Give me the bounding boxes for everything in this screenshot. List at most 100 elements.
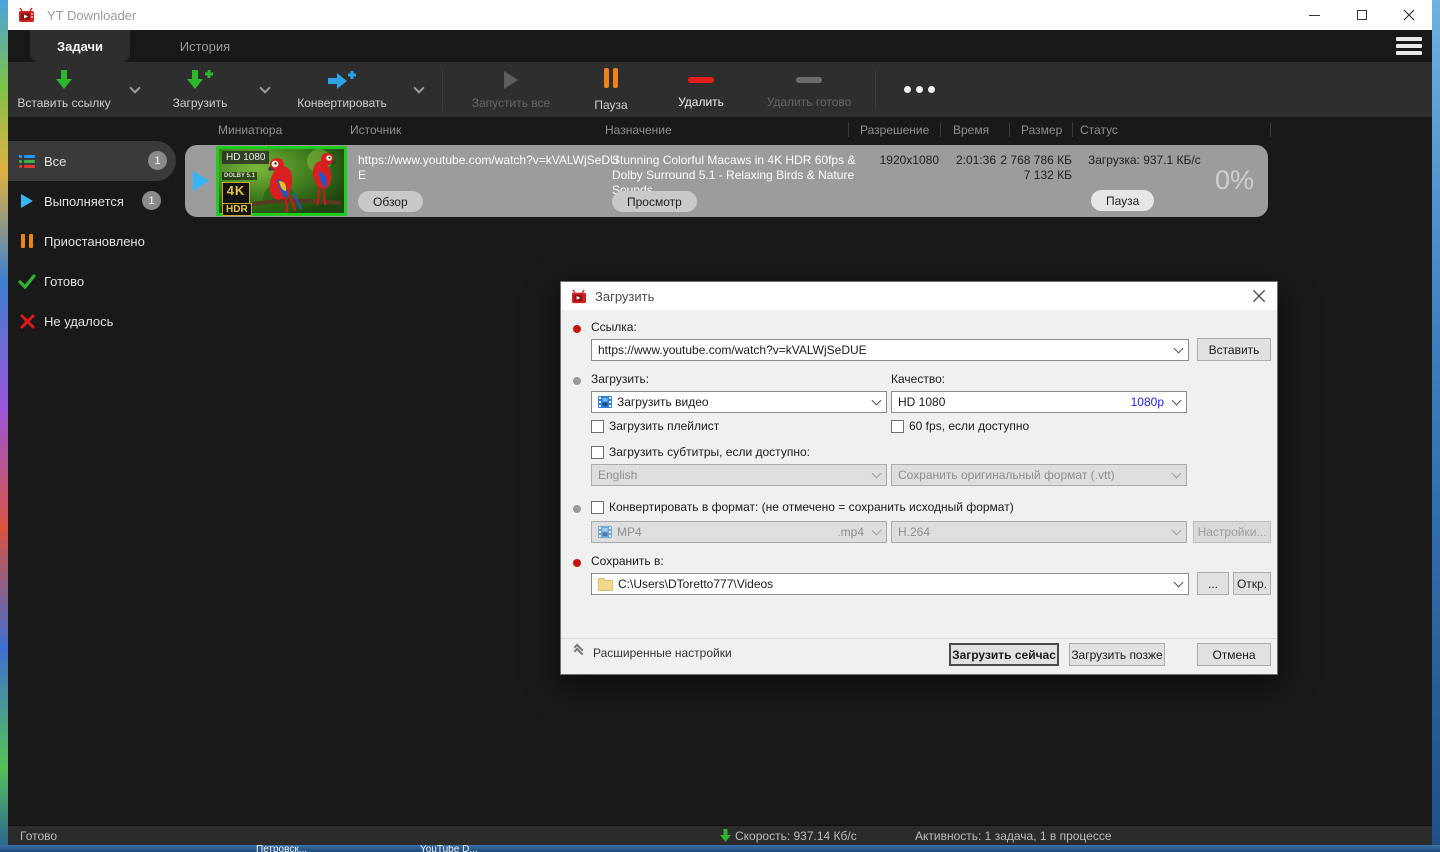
paste-button[interactable]: Вставить xyxy=(1197,338,1271,361)
start-all-icon xyxy=(504,71,518,89)
convert-plus-icon xyxy=(328,71,356,89)
badge-hdr: HDR xyxy=(222,203,252,216)
download-plus-icon xyxy=(187,70,213,89)
column-header-status[interactable]: Статус xyxy=(1080,123,1118,137)
sidebar-item-label: Приостановлено xyxy=(44,233,145,249)
minimize-button[interactable] xyxy=(1291,0,1338,30)
taskbar-item[interactable]: YouTube D... xyxy=(420,845,478,852)
pause-icon xyxy=(602,67,620,93)
film-icon xyxy=(598,395,612,409)
sidebar-item-all[interactable]: Все 1 xyxy=(8,141,176,181)
app-tv-icon xyxy=(571,289,587,303)
row-progress: 0% xyxy=(1214,165,1254,195)
advanced-settings-link[interactable]: Расширенные настройки xyxy=(593,646,732,660)
subtitles-format-combobox: Сохранить оригинальный формат (.vtt) xyxy=(891,464,1187,486)
quality-tag: 1080p xyxy=(1130,395,1164,409)
sidebar-item-failed[interactable]: Не удалось xyxy=(8,301,176,341)
desktop-background-right xyxy=(1432,0,1440,852)
download-dropdown[interactable] xyxy=(250,62,280,117)
taskbar-item[interactable]: Петровск... xyxy=(256,845,307,852)
sidebar-item-label: Готово xyxy=(44,273,85,289)
column-header-size[interactable]: Размер xyxy=(1021,123,1062,137)
delete-icon xyxy=(688,77,714,83)
title-bar: YT Downloader xyxy=(8,0,1432,30)
sidebar-item-label: Выполняется xyxy=(44,193,124,209)
menu-button[interactable] xyxy=(1396,37,1422,55)
dialog-close-icon[interactable] xyxy=(1251,288,1267,304)
quality-label: Качество: xyxy=(891,372,946,386)
chevron-down-icon xyxy=(871,395,882,405)
delete-button[interactable]: Удалить xyxy=(651,62,751,117)
subtitles-checkbox-row[interactable]: Загрузить субтитры, если доступно: xyxy=(591,445,810,459)
cancel-button[interactable]: Отмена xyxy=(1197,643,1271,666)
quality-combobox[interactable]: HD 1080 1080p xyxy=(891,391,1187,413)
toolbar-separator xyxy=(875,69,876,110)
download-now-button[interactable]: Загрузить сейчас xyxy=(949,643,1059,666)
convert-checkbox-row[interactable]: Конвертировать в формат: (не отмечено = … xyxy=(591,500,1014,514)
playlist-checkbox[interactable] xyxy=(591,419,604,433)
maximize-button[interactable] xyxy=(1338,0,1385,30)
download-mode-combobox[interactable]: Загрузить видео xyxy=(591,391,887,413)
subtitles-checkbox[interactable] xyxy=(591,445,604,459)
close-button[interactable] xyxy=(1385,0,1432,30)
maximize-icon xyxy=(1356,10,1367,20)
more-button[interactable] xyxy=(884,62,954,117)
double-chevron-up-icon xyxy=(573,643,584,658)
convert-button[interactable]: Конвертировать xyxy=(280,62,404,117)
browse-source-button[interactable]: Обзор xyxy=(358,191,423,212)
paused-icon xyxy=(18,233,36,249)
badge-dolby: DOLBY 5.1 xyxy=(222,172,257,180)
fps-checkbox-row[interactable]: 60 fps, если доступно xyxy=(891,419,1029,433)
running-play-icon xyxy=(18,193,36,209)
hamburger-icon xyxy=(1396,37,1422,41)
paste-link-dropdown[interactable] xyxy=(120,62,150,117)
count-badge: 1 xyxy=(142,191,161,210)
chevron-down-icon xyxy=(1173,577,1184,587)
video-thumbnail: HD 1080 DOLBY 5.1 4K 60 FPS HDR xyxy=(216,146,347,216)
status-ready: Готово xyxy=(20,828,58,843)
browse-folder-button[interactable]: ... xyxy=(1197,572,1229,595)
sidebar-item-label: Не удалось xyxy=(44,313,114,329)
chevron-down-icon xyxy=(871,468,882,478)
row-size-done: 7 132 КБ xyxy=(1023,168,1072,182)
column-header-time[interactable]: Время xyxy=(953,123,989,137)
chevron-down-icon xyxy=(1171,395,1182,405)
save-path-combobox[interactable]: C:\Users\DToretto777\Videos xyxy=(591,573,1189,595)
app-window: YT Downloader Задачи История Вставить сс… xyxy=(8,0,1432,845)
tab-tasks[interactable]: Задачи xyxy=(30,30,130,62)
fps-checkbox[interactable] xyxy=(891,419,904,433)
row-pause-button[interactable]: Пауза xyxy=(1091,190,1155,211)
link-combobox[interactable]: https://www.youtube.com/watch?v=kVALWjSe… xyxy=(591,339,1189,361)
paste-link-button[interactable]: Вставить ссылку xyxy=(8,62,120,117)
convert-checkbox[interactable] xyxy=(591,500,604,514)
window-title: YT Downloader xyxy=(47,7,137,23)
close-icon xyxy=(1403,9,1414,21)
column-header-source[interactable]: Источник xyxy=(350,123,401,137)
preview-button[interactable]: Просмотр xyxy=(612,191,697,212)
column-header-thumbnail[interactable]: Миниатюра xyxy=(218,123,282,137)
film-icon xyxy=(598,525,612,539)
start-all-button: Запустить все xyxy=(451,62,571,117)
column-separator xyxy=(848,123,849,137)
required-bullet xyxy=(573,325,581,333)
list-all-icon xyxy=(18,153,36,170)
download-button[interactable]: Загрузить xyxy=(150,62,250,117)
dialog-footer-separator xyxy=(561,638,1277,639)
column-header-destination[interactable]: Назначение xyxy=(605,123,672,137)
tab-history[interactable]: История xyxy=(130,30,280,62)
sidebar-item-paused[interactable]: Приостановлено xyxy=(8,221,176,261)
playlist-checkbox-row[interactable]: Загрузить плейлист xyxy=(591,419,719,433)
pause-button[interactable]: Пауза xyxy=(571,62,651,117)
task-row[interactable]: HD 1080 DOLBY 5.1 4K 60 FPS HDR https://… xyxy=(185,145,1268,217)
convert-dropdown[interactable] xyxy=(404,62,434,117)
open-folder-button[interactable]: Откр. xyxy=(1233,572,1271,595)
folder-icon xyxy=(598,577,613,591)
column-header-resolution[interactable]: Разрешение xyxy=(860,123,929,137)
minimize-icon xyxy=(1309,14,1320,16)
sidebar-item-running[interactable]: Выполняется 1 xyxy=(8,181,176,221)
sidebar-item-done[interactable]: Готово xyxy=(8,261,176,301)
download-later-button[interactable]: Загрузить позже xyxy=(1069,643,1165,666)
paste-link-icon xyxy=(56,70,72,89)
section-bullet xyxy=(573,377,581,385)
row-play-icon[interactable] xyxy=(193,171,209,191)
